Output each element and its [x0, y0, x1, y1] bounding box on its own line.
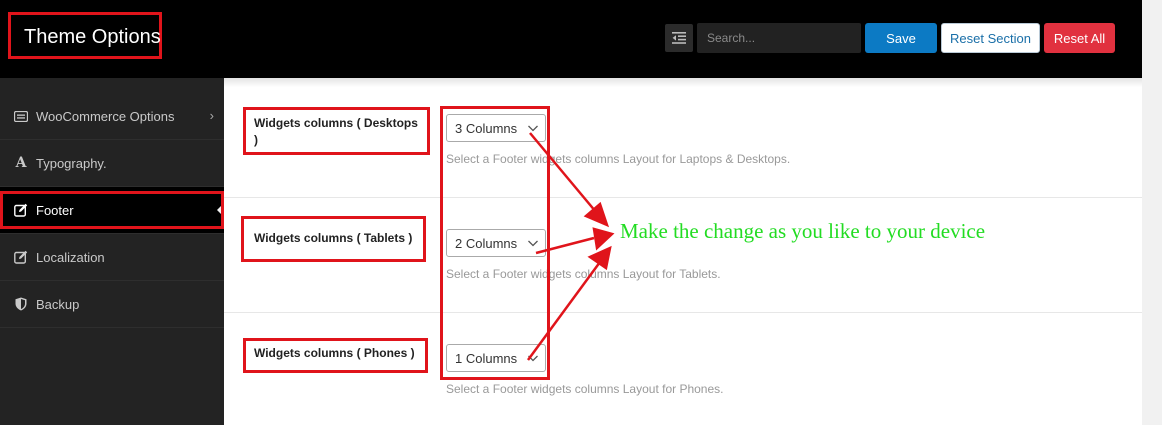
field-label-desktops: Widgets columns ( Desktops ): [254, 116, 418, 147]
page-title: Theme Options: [24, 26, 161, 48]
annotation-text: Make the change as you like to your devi…: [620, 219, 986, 243]
field-label-tablets: Widgets columns ( Tablets ): [254, 231, 413, 245]
sidebar-item-label: Typography.: [36, 155, 107, 171]
reset-all-button[interactable]: Reset All: [1044, 23, 1115, 53]
sidebar-item-localization[interactable]: Localization: [0, 234, 224, 281]
footer-highlight-box: [0, 191, 224, 229]
header-shadow: [224, 78, 1142, 87]
columns-highlight-box: [440, 106, 550, 380]
row-divider: [224, 197, 1142, 198]
field-label-phones: Widgets columns ( Phones ): [254, 346, 415, 360]
shield-icon: [14, 297, 28, 311]
sidebar-item-typography[interactable]: A Typography.: [0, 140, 224, 187]
woocommerce-icon: [14, 109, 28, 123]
font-icon: A: [15, 155, 27, 171]
sidebar-item-label: WooCommerce Options: [36, 108, 175, 124]
chevron-right-icon: ›: [209, 108, 214, 123]
sidebar-item-label: Backup: [36, 296, 80, 312]
indent-icon: [672, 32, 686, 44]
help-text: Select a Footer widgets columns Layout f…: [446, 382, 724, 396]
page-scrollbar[interactable]: [1142, 0, 1162, 425]
row-divider: [224, 312, 1142, 313]
expand-toggle-button[interactable]: [665, 24, 693, 52]
sidebar-item-backup[interactable]: Backup: [0, 281, 224, 328]
search-input[interactable]: [697, 23, 861, 53]
sidebar-item-woocommerce[interactable]: WooCommerce Options ›: [0, 93, 224, 140]
sidebar-item-label: Localization: [36, 249, 105, 265]
edit-icon: [14, 250, 28, 264]
save-button[interactable]: Save: [865, 23, 937, 53]
reset-section-button[interactable]: Reset Section: [941, 23, 1040, 53]
